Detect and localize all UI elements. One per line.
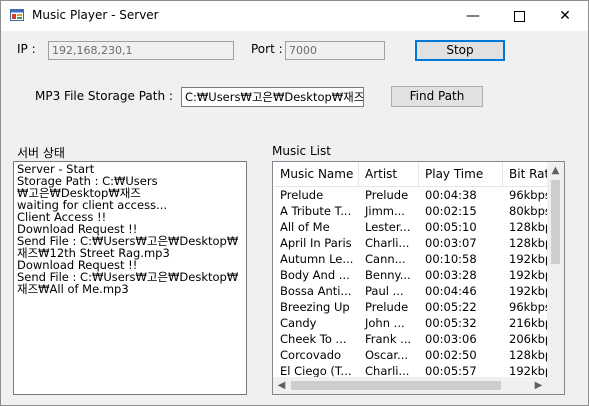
log-line: 재즈₩All of Me.mp3	[17, 282, 129, 296]
horizontal-scroll-thumb[interactable]	[291, 381, 501, 390]
cell-play-time: 00:05:22	[425, 300, 477, 314]
cell-artist: Benny...	[365, 268, 411, 282]
main-window: Music Player - Server — ✕ IP : 192,168,2…	[0, 0, 589, 406]
cell-artist: Oscar...	[365, 348, 409, 362]
table-row[interactable]: Prelude Prelude 00:04:38 96kbps	[274, 187, 551, 203]
close-button[interactable]: ✕	[542, 1, 588, 31]
stop-button[interactable]: Stop	[415, 40, 505, 61]
cell-play-time: 00:10:58	[425, 252, 477, 266]
cell-music-name: Autumn Le...	[280, 252, 354, 266]
column-header-music-name[interactable]: Music Name	[274, 162, 359, 186]
maximize-icon	[513, 10, 525, 22]
cell-artist: Charli...	[365, 236, 410, 250]
table-row[interactable]: Bossa Anti... Paul ... 00:04:46 192kbp	[274, 283, 551, 299]
music-list-heading: Music List	[272, 144, 331, 158]
minimize-icon: —	[466, 8, 480, 24]
cell-play-time: 00:04:46	[425, 284, 477, 298]
cell-bit-rate: 206kbp	[509, 332, 551, 346]
cell-bit-rate: 128kbp	[509, 236, 551, 250]
table-row[interactable]: Autumn Le... Cann... 00:10:58 192kbp	[274, 251, 551, 267]
cell-bit-rate: 96kbps	[509, 300, 551, 314]
scroll-left-icon[interactable]: ◀	[273, 377, 290, 394]
cell-artist: Prelude	[365, 188, 409, 202]
music-list[interactable]: Music Name Artist Play Time Bit Rat Prel…	[272, 161, 565, 395]
find-path-button[interactable]: Find Path	[391, 86, 483, 107]
cell-music-name: Breezing Up	[280, 300, 350, 314]
cell-artist: Prelude	[365, 300, 409, 314]
cell-music-name: Prelude	[280, 188, 324, 202]
cell-artist: Cann...	[365, 252, 406, 266]
cell-music-name: April In Paris	[280, 236, 352, 250]
cell-play-time: 00:03:28	[425, 268, 477, 282]
minimize-button[interactable]: —	[450, 1, 496, 31]
vertical-scroll-thumb[interactable]	[551, 180, 560, 264]
cell-bit-rate: 80kbps	[509, 204, 551, 218]
cell-music-name: Bossa Anti...	[280, 284, 352, 298]
table-row[interactable]: Cheek To ... Frank ... 00:03:06 206kbp	[274, 331, 551, 347]
cell-artist: Lester...	[365, 220, 411, 234]
cell-music-name: A Tribute T...	[280, 204, 352, 218]
cell-bit-rate: 128kbp	[509, 220, 551, 234]
cell-artist: Paul ...	[365, 284, 404, 298]
port-label: Port :	[251, 42, 283, 56]
app-icon	[10, 9, 24, 21]
cell-music-name: Corcovado	[280, 348, 342, 362]
window-title: Music Player - Server	[32, 8, 159, 22]
column-header-artist[interactable]: Artist	[359, 162, 419, 186]
table-row[interactable]: April In Paris Charli... 00:03:07 128kbp	[274, 235, 551, 251]
table-row[interactable]: A Tribute T... Jimm... 00:02:15 80kbps	[274, 203, 551, 219]
port-field[interactable]: 7000	[285, 41, 385, 60]
close-icon: ✕	[559, 8, 571, 24]
scroll-right-icon[interactable]: ▶	[530, 377, 547, 394]
cell-bit-rate: 192kbp	[509, 284, 551, 298]
cell-bit-rate: 192kbp	[509, 252, 551, 266]
cell-bit-rate: 96kbps	[509, 188, 551, 202]
server-status-heading: 서버 상태	[17, 146, 65, 160]
cell-music-name: Cheek To ...	[280, 332, 347, 346]
cell-play-time: 00:04:38	[425, 188, 477, 202]
column-header-play-time[interactable]: Play Time	[419, 162, 503, 186]
cell-bit-rate: 192kbp	[509, 268, 551, 282]
table-row[interactable]: Candy John ... 00:05:32 216kbp	[274, 315, 551, 331]
table-row[interactable]: Breezing Up Prelude 00:05:22 96kbps	[274, 299, 551, 315]
vertical-scrollbar[interactable]: ▲	[547, 162, 564, 377]
cell-music-name: Candy	[280, 316, 317, 330]
cell-music-name: All of Me	[280, 220, 330, 234]
table-row[interactable]: Corcovado Oscar... 00:02:50 128kbp	[274, 347, 551, 363]
storage-path-field[interactable]: C:₩Users₩고은₩Desktop₩재즈	[181, 87, 364, 107]
column-header-bit-rate[interactable]: Bit Rat	[503, 162, 551, 186]
scrollbar-corner	[547, 377, 564, 394]
cell-music-name: Body And ...	[280, 268, 350, 282]
cell-artist: Frank ...	[365, 332, 412, 346]
storage-path-label: MP3 File Storage Path :	[35, 89, 173, 103]
cell-play-time: 00:02:15	[425, 204, 477, 218]
cell-artist: John ...	[365, 316, 405, 330]
cell-bit-rate: 216kbp	[509, 316, 551, 330]
cell-play-time: 00:02:50	[425, 348, 477, 362]
table-row[interactable]: Body And ... Benny... 00:03:28 192kbp	[274, 267, 551, 283]
cell-play-time: 00:05:10	[425, 220, 477, 234]
cell-bit-rate: 128kbp	[509, 348, 551, 362]
horizontal-scrollbar[interactable]: ◀ ▶	[273, 377, 547, 394]
cell-artist: Jimm...	[365, 204, 405, 218]
cell-play-time: 00:05:32	[425, 316, 477, 330]
table-row[interactable]: All of Me Lester... 00:05:10 128kbp	[274, 219, 551, 235]
maximize-button[interactable]	[496, 1, 542, 31]
server-status-log[interactable]: Server - Start Storage Path : C:₩Users ₩…	[13, 161, 247, 395]
scroll-up-icon[interactable]: ▲	[547, 162, 564, 179]
cell-play-time: 00:03:06	[425, 332, 477, 346]
music-list-header: Music Name Artist Play Time Bit Rat	[274, 162, 550, 187]
cell-play-time: 00:03:07	[425, 236, 477, 250]
ip-label: IP :	[17, 42, 36, 56]
title-bar[interactable]: Music Player - Server — ✕	[1, 1, 588, 31]
ip-field[interactable]: 192,168,230,1	[48, 41, 234, 60]
